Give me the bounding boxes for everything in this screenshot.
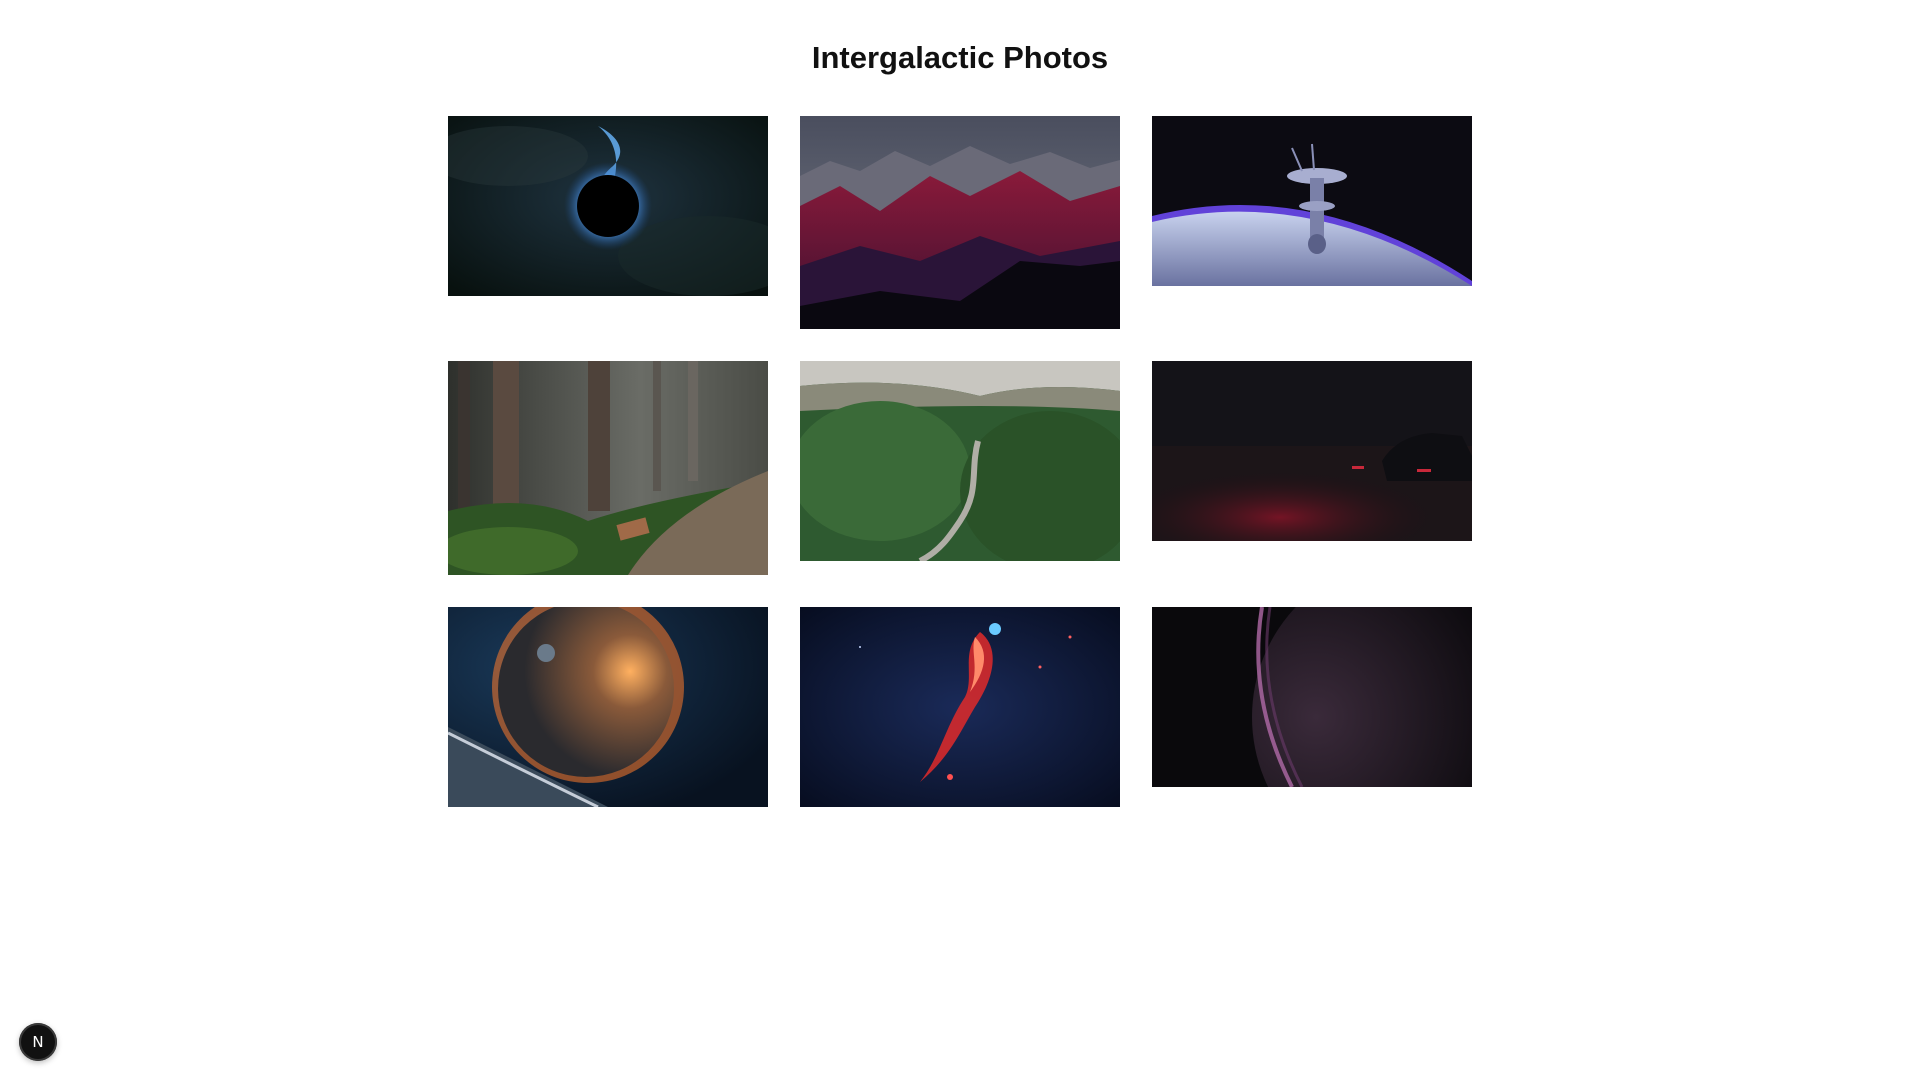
photo-forest-path-image — [448, 361, 768, 575]
photo-red-mountains-image — [800, 116, 1120, 329]
photo-forest-path[interactable] — [448, 361, 768, 575]
gallery-page: Intergalactic Photos N — [0, 0, 1920, 1080]
photo-forest-road-image — [800, 361, 1120, 561]
nextjs-logo-icon: N — [32, 1033, 44, 1051]
photo-purple-planet-image — [1152, 607, 1472, 787]
photo-planet-sunrise[interactable] — [448, 607, 768, 807]
nextjs-dev-indicator-button[interactable]: N — [19, 1023, 57, 1061]
photo-black-hole[interactable] — [448, 116, 768, 296]
photo-dark-car-night-image — [1152, 361, 1472, 541]
photo-space-station[interactable] — [1152, 116, 1472, 286]
photo-dark-car-night[interactable] — [1152, 361, 1472, 541]
photo-black-hole-image — [448, 116, 768, 296]
page-title: Intergalactic Photos — [811, 40, 1109, 75]
photo-red-nebula-image — [800, 607, 1120, 807]
photo-space-station-image — [1152, 116, 1472, 286]
photo-red-mountains[interactable] — [800, 116, 1120, 329]
photo-red-nebula[interactable] — [800, 607, 1120, 807]
photo-forest-road[interactable] — [800, 361, 1120, 561]
photo-purple-planet[interactable] — [1152, 607, 1472, 787]
photo-gallery — [448, 116, 1472, 816]
photo-planet-sunrise-image — [448, 607, 768, 807]
